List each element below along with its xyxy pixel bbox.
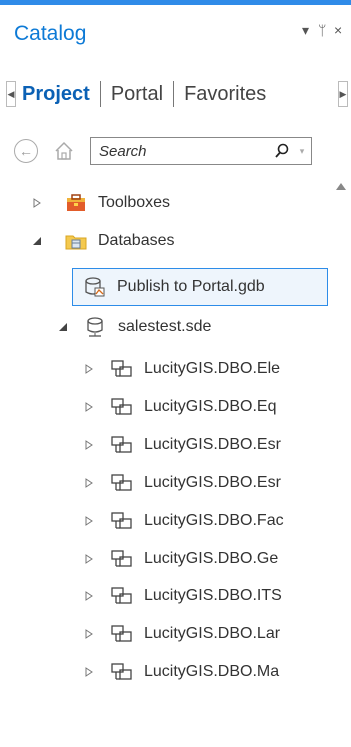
tree-item-feature-dataset[interactable]: LucityGIS.DBO.ITS <box>80 579 282 613</box>
tab-favorites[interactable]: Favorites <box>174 83 276 106</box>
tab-scroll-left-icon[interactable]: ◀ <box>6 81 16 107</box>
tree-item-label: LucityGIS.DBO.Ma <box>144 663 280 681</box>
expand-arrow-icon[interactable] <box>80 401 98 412</box>
search-box[interactable]: ▾ <box>90 137 312 165</box>
feature-dataset-icon <box>110 509 134 533</box>
tree-item-label: LucityGIS.DBO.Esr <box>144 473 281 491</box>
back-arrow-icon[interactable]: ← <box>14 139 38 163</box>
toolbox-icon <box>64 191 88 215</box>
pane-options-dropdown-icon[interactable]: ▾ <box>302 22 309 39</box>
tree-item-label: LucityGIS.DBO.Fac <box>144 511 284 529</box>
expand-arrow-icon[interactable] <box>80 667 98 678</box>
feature-dataset-icon <box>110 357 134 381</box>
tree-item-toolboxes[interactable]: Toolboxes <box>28 186 170 220</box>
feature-dataset-icon <box>110 660 134 684</box>
collapse-arrow-icon[interactable] <box>28 236 46 246</box>
feature-dataset-icon <box>110 471 134 495</box>
tree-item-label: LucityGIS.DBO.Esr <box>144 435 281 453</box>
search-icon[interactable] <box>271 140 293 162</box>
expand-arrow-icon[interactable] <box>80 364 98 374</box>
feature-dataset-icon <box>110 584 134 608</box>
tree-item-label: LucityGIS.DBO.Lar <box>144 625 281 643</box>
tree-item-label: Publish to Portal.gdb <box>117 278 265 295</box>
tab-project[interactable]: Project <box>16 83 100 106</box>
close-pane-icon[interactable]: × <box>334 22 342 38</box>
tab-scroll-right-icon[interactable]: ▶ <box>338 81 348 107</box>
search-input[interactable] <box>91 141 271 161</box>
feature-dataset-icon <box>110 395 134 419</box>
tree-item-feature-dataset[interactable]: LucityGIS.DBO.Ma <box>80 655 279 689</box>
tree-item-feature-dataset[interactable]: LucityGIS.DBO.Fac <box>80 504 284 538</box>
expand-arrow-icon[interactable] <box>80 515 98 526</box>
expand-arrow-icon[interactable] <box>80 439 98 450</box>
tree-item-feature-dataset[interactable]: LucityGIS.DBO.Lar <box>80 617 280 651</box>
tree-item-feature-dataset[interactable]: LucityGIS.DBO.Eq <box>80 390 277 424</box>
tree-item-feature-dataset[interactable]: LucityGIS.DBO.Esr <box>80 466 281 500</box>
tree-item-label: LucityGIS.DBO.Eq <box>144 397 277 415</box>
pin-icon[interactable]: ᛘ <box>318 22 326 38</box>
expand-arrow-icon[interactable] <box>80 629 98 640</box>
search-options-dropdown-icon[interactable]: ▾ <box>293 146 311 157</box>
tree-item-label: Toolboxes <box>98 194 171 211</box>
tree-item-salestest-sde[interactable]: salestest.sde <box>54 310 211 344</box>
tree-item-label: LucityGIS.DBO.Ele <box>144 360 281 377</box>
expand-arrow-icon[interactable] <box>80 591 98 602</box>
pane-accent-bar <box>0 0 351 5</box>
tree-item-label: Databases <box>98 232 175 249</box>
home-icon[interactable] <box>52 139 76 163</box>
tree-item-publish-gdb[interactable]: Publish to Portal.gdb <box>72 268 328 306</box>
database-connection-icon <box>84 315 108 339</box>
catalog-tabs: ◀ Project Portal Favorites ▶ <box>6 80 348 108</box>
geodatabase-icon <box>83 275 107 299</box>
tree-item-feature-dataset[interactable]: LucityGIS.DBO.Esr <box>80 428 281 462</box>
expand-arrow-icon[interactable] <box>80 553 98 564</box>
tree-item-label: LucityGIS.DBO.Ge <box>144 549 279 567</box>
feature-dataset-icon <box>110 547 134 571</box>
feature-dataset-icon <box>110 433 134 457</box>
tab-portal[interactable]: Portal <box>101 83 173 106</box>
expand-arrow-icon[interactable] <box>80 477 98 488</box>
tree-item-feature-dataset[interactable]: LucityGIS.DBO.Ge <box>80 542 278 576</box>
tree-item-label: salestest.sde <box>118 318 212 335</box>
tree-item-label: LucityGIS.DBO.ITS <box>144 587 282 605</box>
tree-item-feature-dataset[interactable]: LucityGIS.DBO.Ele <box>80 352 280 386</box>
collapse-arrow-icon[interactable] <box>54 322 72 332</box>
expand-arrow-icon[interactable] <box>28 198 46 208</box>
feature-dataset-icon <box>110 622 134 646</box>
pane-title: Catalog <box>14 22 87 45</box>
scrollbar-up-arrow-icon[interactable] <box>336 183 346 190</box>
catalog-toolbar: ← ▾ <box>14 136 344 166</box>
tree-item-databases[interactable]: Databases <box>28 224 175 258</box>
databases-folder-icon <box>64 229 88 253</box>
